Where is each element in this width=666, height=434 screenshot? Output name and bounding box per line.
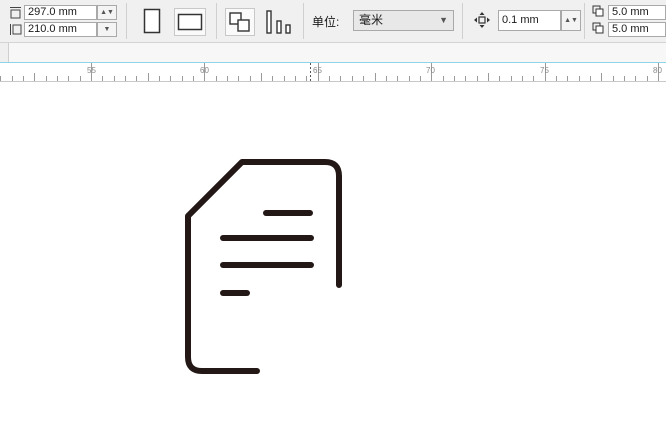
duplicate-x-input[interactable]: 5.0 mm — [608, 5, 666, 20]
portrait-page-icon[interactable] — [143, 8, 161, 34]
ruler-label: 80 — [653, 66, 662, 75]
page-height-spinner[interactable]: ▲▼ — [97, 5, 117, 20]
toolbar-separator — [126, 3, 127, 39]
toolbox-tab[interactable] — [0, 43, 9, 62]
current-page-icon[interactable] — [264, 8, 294, 36]
chevron-down-icon: ▼ — [439, 15, 448, 25]
ruler-label: 65 — [313, 66, 322, 75]
duplicate-x-icon — [592, 5, 604, 17]
page-width-spinner[interactable]: ▼ — [97, 22, 117, 37]
toolbar-separator — [462, 3, 463, 39]
drawing-canvas[interactable] — [0, 81, 666, 434]
ruler-label: 70 — [426, 66, 435, 75]
horizontal-ruler[interactable]: 55 60 65 70 75 80 — [0, 62, 666, 82]
page-width-input[interactable]: 210.0 mm — [24, 22, 97, 37]
nudge-distance-input[interactable]: 0.1 mm — [498, 10, 561, 31]
landscape-page-icon[interactable] — [174, 8, 206, 36]
page-height-icon — [10, 7, 21, 19]
unit-label: 单位: — [312, 15, 340, 29]
property-bar: 297.0 mm ▲▼ 210.0 mm ▼ 单位: 毫米 ▼ 0.1 mm ▲… — [0, 0, 666, 43]
toolbar-separator — [303, 3, 304, 39]
unit-dropdown[interactable]: 毫米 ▼ — [353, 10, 454, 31]
page-width-icon — [10, 24, 22, 35]
ruler-label: 55 — [87, 66, 96, 75]
ruler-label: 75 — [540, 66, 549, 75]
nudge-move-icon — [474, 12, 490, 28]
ruler-ticks — [0, 63, 659, 81]
duplicate-y-input[interactable]: 5.0 mm — [608, 22, 666, 37]
page-height-input[interactable]: 297.0 mm — [24, 5, 97, 20]
toolbar-separator — [216, 3, 217, 39]
duplicate-y-icon — [592, 22, 604, 34]
document-icon[interactable] — [0, 81, 666, 434]
unit-dropdown-value: 毫米 — [359, 13, 384, 27]
all-pages-icon[interactable] — [225, 8, 255, 36]
toolbar-separator — [584, 3, 585, 39]
toolbox-band — [0, 43, 666, 62]
nudge-distance-spinner[interactable]: ▲▼ — [561, 10, 581, 31]
ruler-label: 60 — [200, 66, 209, 75]
